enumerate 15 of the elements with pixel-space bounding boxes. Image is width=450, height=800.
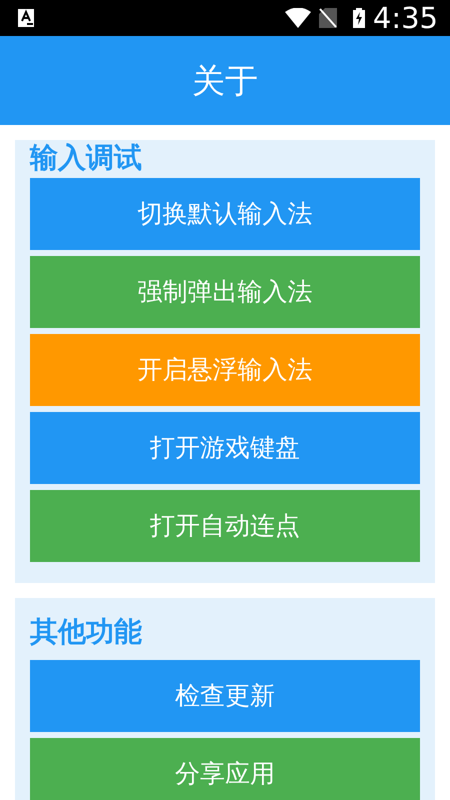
- action-button[interactable]: 打开自动连点: [30, 490, 420, 562]
- screen-title: 关于: [192, 60, 258, 102]
- action-button[interactable]: 检查更新: [30, 660, 420, 732]
- status-time: 4:35: [372, 4, 438, 32]
- section-title: 其他功能: [30, 614, 143, 650]
- battery-charging-icon: [352, 8, 365, 28]
- action-button[interactable]: 切换默认输入法: [30, 178, 420, 250]
- wifi-icon: [284, 8, 311, 28]
- action-button[interactable]: 分享应用: [30, 738, 420, 800]
- section-title: 输入调试: [30, 140, 143, 176]
- keyboard-a-icon: [18, 9, 34, 27]
- no-sim-icon: [318, 8, 337, 28]
- action-button[interactable]: 打开游戏键盘: [30, 412, 420, 484]
- action-button[interactable]: 强制弹出输入法: [30, 256, 420, 328]
- action-button[interactable]: 开启悬浮输入法: [30, 334, 420, 406]
